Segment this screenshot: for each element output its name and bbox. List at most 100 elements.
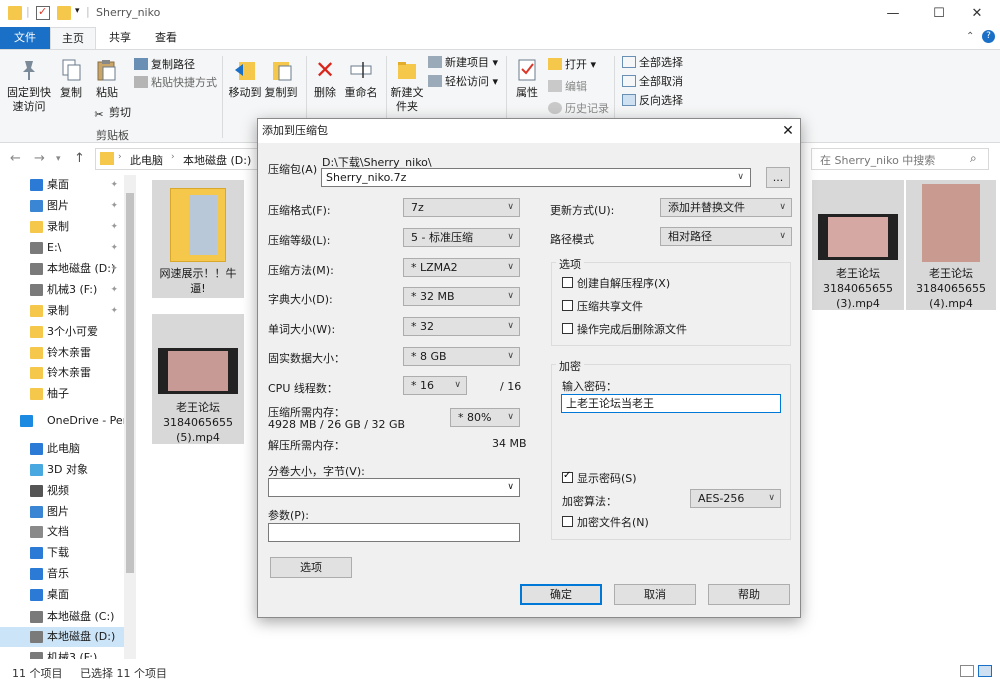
customize-toolbar-icon[interactable]: ▾: [75, 6, 80, 16]
browse-button[interactable]: ...: [766, 167, 790, 188]
sidebar-item[interactable]: 此电脑: [0, 439, 124, 459]
paste-button[interactable]: 粘贴: [92, 58, 122, 100]
sidebar-item[interactable]: 下载: [0, 543, 124, 563]
search-box[interactable]: 在 Sherry_niko 中搜索 ⌕: [811, 148, 989, 170]
level-select[interactable]: 5 - 标准压缩 ∨: [403, 228, 520, 247]
large-icons-view-icon[interactable]: [978, 665, 992, 677]
sidebar-item[interactable]: 铃木亲雷: [0, 363, 124, 383]
up-arrow-icon[interactable]: ↑: [74, 151, 85, 166]
shared-files-checkbox[interactable]: [562, 300, 573, 311]
select-none-button[interactable]: 全部取消: [622, 73, 683, 91]
select-all-button[interactable]: 全部选择: [622, 54, 683, 72]
details-view-icon[interactable]: [960, 665, 974, 677]
back-arrow-icon[interactable]: ←: [10, 151, 21, 166]
close-button[interactable]: ✕: [954, 0, 1000, 27]
sidebar-item[interactable]: 图片 ✦: [0, 196, 124, 216]
threads-select[interactable]: * 16 ∨: [403, 376, 467, 395]
sfx-checkbox[interactable]: [562, 277, 573, 288]
minimize-button[interactable]: —: [870, 0, 916, 27]
sidebar-item[interactable]: 3D 对象: [0, 460, 124, 480]
file-item-video[interactable]: 老王论坛 3184065655 (5).mp4: [152, 314, 244, 444]
ok-button[interactable]: 确定: [520, 584, 602, 605]
cube-icon: [30, 464, 43, 476]
new-folder-icon[interactable]: [57, 6, 71, 20]
move-to-button[interactable]: 移动到: [228, 58, 262, 100]
search-input[interactable]: 在 Sherry_niko 中搜索: [820, 152, 935, 168]
tab-home[interactable]: 主页: [50, 27, 96, 49]
file-item-video[interactable]: 老王论坛 3184065655 (3).mp4: [812, 180, 904, 310]
sidebar-item[interactable]: 录制 ✦: [0, 301, 124, 321]
chevron-down-icon: ∨: [779, 202, 786, 212]
delete-after-checkbox[interactable]: [562, 323, 573, 334]
update-mode-select[interactable]: 添加并替换文件 ∨: [660, 198, 792, 217]
easy-access-button[interactable]: 轻松访问 ▾: [428, 73, 498, 91]
sidebar-item[interactable]: 机械3 (F:) ✦: [0, 280, 124, 300]
split-input[interactable]: ∨: [268, 478, 520, 497]
path-mode-select[interactable]: 相对路径 ∨: [660, 227, 792, 246]
search-icon[interactable]: ⌕: [970, 151, 977, 166]
sidebar-item[interactable]: 图片: [0, 502, 124, 522]
options-button[interactable]: 选项: [270, 557, 352, 578]
properties-icon[interactable]: [36, 5, 50, 20]
properties-button[interactable]: 属性: [510, 58, 544, 100]
dialog-close-icon[interactable]: ✕: [776, 119, 800, 143]
sidebar-item[interactable]: 柚子: [0, 384, 124, 404]
sidebar-item[interactable]: 本地磁盘 (C:): [0, 607, 124, 627]
sidebar-item[interactable]: 本地磁盘 (D:) ✦: [0, 259, 124, 279]
memory-percent-select[interactable]: * 80% ∨: [450, 408, 520, 427]
sidebar-item[interactable]: 本地磁盘 (D:): [0, 627, 124, 647]
file-item-folder[interactable]: 网速展示！！牛 逼!: [152, 180, 244, 298]
method-select[interactable]: * LZMA2 ∨: [403, 258, 520, 277]
password-input[interactable]: 上老王论坛当老王: [561, 394, 781, 413]
invert-selection-button[interactable]: 反向选择: [622, 92, 683, 110]
rename-button[interactable]: 重命名: [344, 58, 378, 100]
sidebar-item[interactable]: 录制 ✦: [0, 217, 124, 237]
breadcrumb-drive-d[interactable]: 本地磁盘 (D:): [183, 152, 251, 168]
sidebar-item[interactable]: 文档: [0, 522, 124, 542]
word-select[interactable]: * 32 ∨: [403, 317, 520, 336]
sidebar-item[interactable]: 桌面: [0, 585, 124, 605]
open-button[interactable]: 打开 ▾: [548, 56, 596, 74]
tab-view[interactable]: 查看: [144, 27, 188, 49]
sidebar-item[interactable]: 铃木亲雷: [0, 343, 124, 363]
show-password-checkbox[interactable]: [562, 470, 573, 483]
encrypt-names-checkbox[interactable]: [562, 516, 573, 527]
solid-select[interactable]: * 8 GB ∨: [403, 347, 520, 366]
sidebar-item[interactable]: 机械3 (F:): [0, 648, 124, 659]
format-select[interactable]: 7z ∨: [403, 198, 520, 217]
new-item-button[interactable]: 新建项目 ▾: [428, 54, 498, 72]
sidebar-item[interactable]: E:\ ✦: [0, 238, 124, 258]
recent-dropdown-icon[interactable]: ▾: [56, 154, 61, 164]
file-item-image[interactable]: 老王论坛 3184065655 (4).mp4: [906, 180, 996, 310]
paste-shortcut-label: 粘贴快捷方式: [151, 76, 217, 89]
copy-path-button[interactable]: 复制路径: [134, 56, 195, 74]
tab-file[interactable]: 文件: [0, 27, 50, 49]
help-button[interactable]: 帮助: [708, 584, 790, 605]
pin-quick-access-button[interactable]: 固定到快速访问: [6, 58, 52, 114]
sidebar-item[interactable]: 视频: [0, 481, 124, 501]
sidebar-item[interactable]: 桌面 ✦: [0, 175, 124, 195]
archive-name-input[interactable]: Sherry_niko.7z ∨: [321, 168, 751, 187]
breadcrumb-this-pc[interactable]: 此电脑: [130, 152, 163, 168]
edit-button[interactable]: 编辑: [548, 78, 587, 96]
paste-shortcut-button[interactable]: 粘贴快捷方式: [134, 74, 217, 92]
params-input[interactable]: [268, 523, 520, 542]
chevron-down-icon: ∨: [507, 321, 514, 331]
forward-arrow-icon[interactable]: →: [34, 151, 45, 166]
dict-select[interactable]: * 32 MB ∨: [403, 287, 520, 306]
sidebar-scroll-thumb[interactable]: [126, 193, 134, 573]
sidebar-item[interactable]: OneDrive - Perso: [0, 411, 124, 431]
cut-button[interactable]: ✂ 剪切: [92, 104, 131, 122]
help-icon[interactable]: ?: [982, 30, 995, 43]
sidebar-item[interactable]: 音乐: [0, 564, 124, 584]
new-folder-button[interactable]: 新建文件夹: [390, 58, 424, 114]
delete-button[interactable]: ✕ 删除: [310, 58, 340, 100]
tab-share[interactable]: 共享: [100, 27, 140, 49]
collapse-ribbon-icon[interactable]: ⌃: [966, 31, 974, 42]
copy-button[interactable]: 复制: [56, 58, 86, 100]
sidebar-item[interactable]: 3个小可爱: [0, 322, 124, 342]
history-button[interactable]: 历史记录: [548, 100, 609, 118]
copy-to-button[interactable]: 复制到: [264, 58, 298, 100]
cancel-button[interactable]: 取消: [614, 584, 696, 605]
algorithm-select[interactable]: AES-256 ∨: [690, 489, 781, 508]
